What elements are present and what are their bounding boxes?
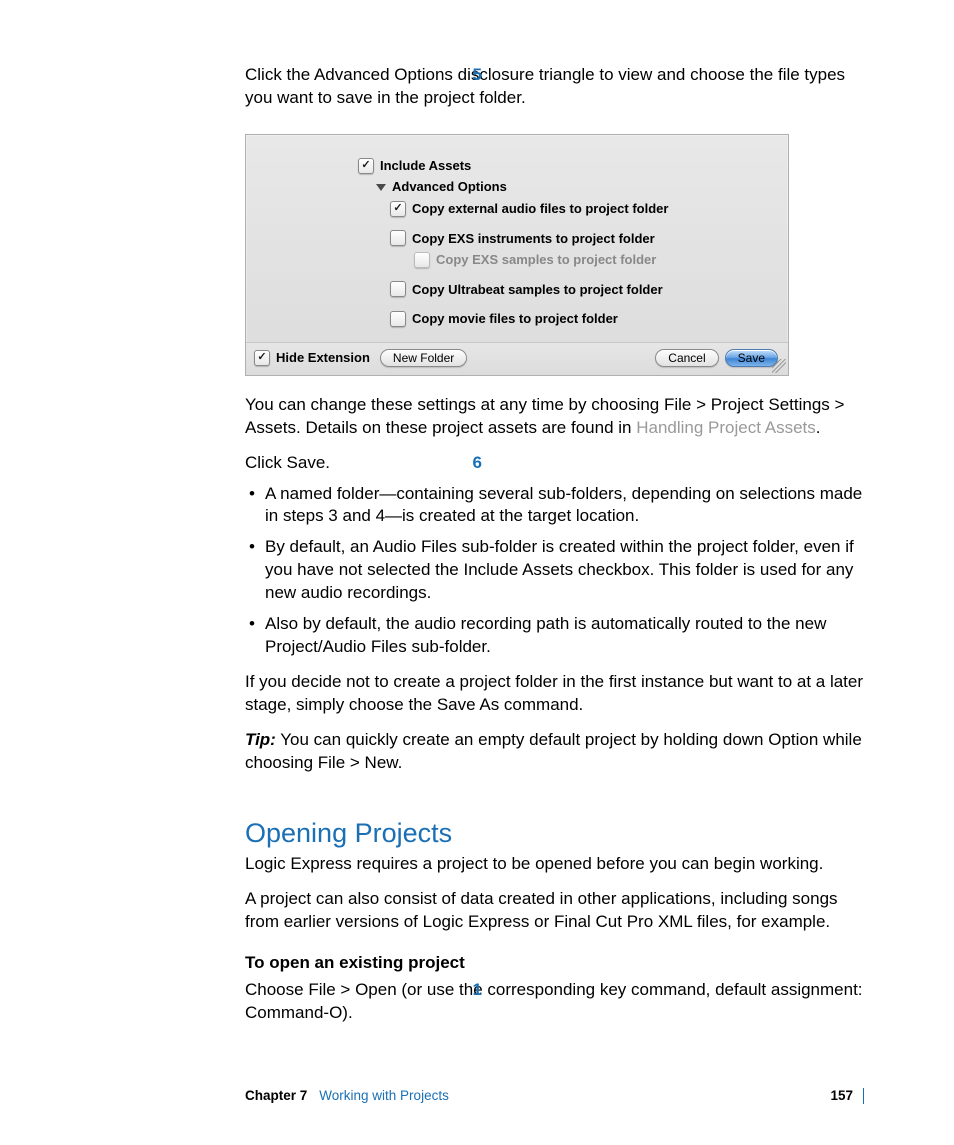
step-5-text: Click the Advanced Options disclosure tr… [245,64,874,110]
tip-paragraph: Tip: You can quickly create an empty def… [245,729,874,775]
step-number-6: 6 [470,452,482,475]
hide-extension-label: Hide Extension [276,349,370,367]
tip-label: Tip: [245,730,276,749]
opening-projects-heading: Opening Projects [245,815,874,851]
after-dialog-paragraph: You can change these settings at any tim… [245,394,874,440]
decide-paragraph: If you decide not to create a project fo… [245,671,874,717]
step-1-text: Choose File > Open (or use the correspon… [245,979,874,1025]
save-button[interactable]: Save [725,349,778,367]
copy-ultrabeat-label: Copy Ultrabeat samples to project folder [412,281,663,299]
copy-exs-instruments-checkbox[interactable] [390,230,406,246]
resize-grip-icon [772,359,786,373]
page-footer: Chapter 7 Working with Projects 157 [245,1087,874,1105]
copy-exs-samples-checkbox [414,252,430,268]
advanced-options-label: Advanced Options [392,178,507,196]
handling-project-assets-link[interactable]: Handling Project Assets [636,418,816,437]
copy-exs-instruments-label: Copy EXS instruments to project folder [412,230,655,248]
include-assets-label: Include Assets [380,157,471,175]
step-number-5: 5 [470,64,482,87]
include-assets-checkbox[interactable] [358,158,374,174]
step-6-bullet-3: Also by default, the audio recording pat… [245,613,874,659]
new-folder-button[interactable]: New Folder [380,349,467,367]
advanced-options-disclosure-icon[interactable] [376,184,386,191]
copy-movie-label: Copy movie files to project folder [412,310,618,328]
copy-external-audio-label: Copy external audio files to project fol… [412,200,668,218]
step-6-bullet-2: By default, an Audio Files sub-folder is… [245,536,874,605]
page-number: 157 [830,1087,853,1105]
copy-exs-samples-label: Copy EXS samples to project folder [436,251,656,269]
step-number-1: 1 [470,979,482,1002]
hide-extension-checkbox[interactable] [254,350,270,366]
step-6-text: Click Save. [245,452,874,475]
save-dialog: Include Assets Advanced Options Copy ext… [245,134,789,376]
step-6-bullet-1: A named folder—containing several sub-fo… [245,483,874,529]
copy-external-audio-checkbox[interactable] [390,201,406,217]
opening-projects-p1: Logic Express requires a project to be o… [245,853,874,876]
chapter-title: Working with Projects [319,1087,449,1105]
copy-ultrabeat-checkbox[interactable] [390,281,406,297]
opening-projects-p2: A project can also consist of data creat… [245,888,874,934]
cancel-button[interactable]: Cancel [655,349,718,367]
copy-movie-checkbox[interactable] [390,311,406,327]
footer-divider [863,1088,864,1104]
to-open-existing-project-heading: To open an existing project [245,952,874,975]
chapter-label: Chapter 7 [245,1087,307,1105]
